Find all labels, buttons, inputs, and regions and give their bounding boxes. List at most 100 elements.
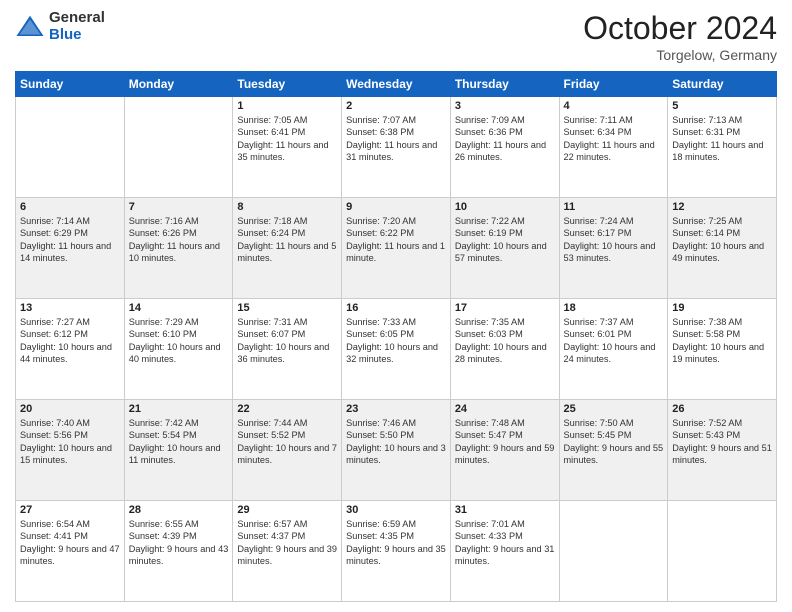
day-number: 17	[455, 302, 555, 314]
daylight-text: Daylight: 10 hours and 24 minutes.	[564, 341, 664, 366]
calendar-cell-0-1	[124, 97, 233, 198]
daylight-text: Daylight: 11 hours and 31 minutes.	[346, 139, 446, 164]
sunrise-text: Sunrise: 7:09 AM	[455, 114, 555, 126]
sunrise-text: Sunrise: 7:50 AM	[564, 417, 664, 429]
col-sunday: Sunday	[16, 72, 125, 97]
day-number: 24	[455, 403, 555, 415]
day-number: 5	[672, 100, 772, 112]
sunset-text: Sunset: 5:47 PM	[455, 429, 555, 441]
calendar-header-row: Sunday Monday Tuesday Wednesday Thursday…	[16, 72, 777, 97]
calendar-cell-2-4: 17 Sunrise: 7:35 AMSunset: 6:03 PMDayligh…	[450, 299, 559, 400]
calendar-cell-4-1: 28Sunrise: 6:55 AMSunset: 4:39 PMDayligh…	[124, 501, 233, 602]
calendar-cell-1-3: 9Sunrise: 7:20 AMSunset: 6:22 PMDaylight…	[342, 198, 451, 299]
sunrise-text: Sunrise: 7:05 AM	[237, 114, 337, 126]
calendar-table: Sunday Monday Tuesday Wednesday Thursday…	[15, 71, 777, 602]
daylight-text: Daylight: 11 hours and 26 minutes.	[455, 139, 555, 164]
day-number: 23	[346, 403, 446, 415]
day-number: 10	[455, 201, 555, 213]
calendar-cell-0-2: 1Sunrise: 7:05 AMSunset: 6:41 PMDaylight…	[233, 97, 342, 198]
daylight-text: Daylight: 10 hours and 11 minutes.	[129, 442, 229, 467]
day-number: 20	[20, 403, 120, 415]
day-number: 6	[20, 201, 120, 213]
col-thursday: Thursday	[450, 72, 559, 97]
sunset-text: Sunset: 6:31 PM	[672, 126, 772, 138]
calendar-cell-4-6	[668, 501, 777, 602]
day-number: 16	[346, 302, 446, 314]
day-number: 22	[237, 403, 337, 415]
calendar-cell-2-2: 15Sunrise: 7:31 AMSunset: 6:07 PMDayligh…	[233, 299, 342, 400]
sunrise-text: Sunrise: 7:37 AM	[564, 316, 664, 328]
sunset-text: Sunset: 6:41 PM	[237, 126, 337, 138]
sunrise-text: Sunrise: 7:25 AM	[672, 215, 772, 227]
col-saturday: Saturday	[668, 72, 777, 97]
calendar-cell-3-2: 22Sunrise: 7:44 AMSunset: 5:52 PMDayligh…	[233, 400, 342, 501]
daylight-text: Daylight: 10 hours and 40 minutes.	[129, 341, 229, 366]
sunset-text: Sunset: 6:07 PM	[237, 328, 337, 340]
calendar-cell-4-3: 30Sunrise: 6:59 AMSunset: 4:35 PMDayligh…	[342, 501, 451, 602]
calendar-cell-1-0: 6Sunrise: 7:14 AMSunset: 6:29 PMDaylight…	[16, 198, 125, 299]
calendar-week-row-3: 20Sunrise: 7:40 AMSunset: 5:56 PMDayligh…	[16, 400, 777, 501]
day-number: 2	[346, 100, 446, 112]
daylight-text: Daylight: 9 hours and 59 minutes.	[455, 442, 555, 467]
sunset-text: Sunset: 5:45 PM	[564, 429, 664, 441]
title-block: October 2024 Torgelow, Germany	[583, 10, 777, 63]
calendar-cell-3-6: 26Sunrise: 7:52 AMSunset: 5:43 PMDayligh…	[668, 400, 777, 501]
daylight-text: Daylight: 9 hours and 51 minutes.	[672, 442, 772, 467]
calendar-cell-4-2: 29Sunrise: 6:57 AMSunset: 4:37 PMDayligh…	[233, 501, 342, 602]
daylight-text: Daylight: 11 hours and 14 minutes.	[20, 240, 120, 265]
daylight-text: Daylight: 11 hours and 35 minutes.	[237, 139, 337, 164]
day-number: 9	[346, 201, 446, 213]
sunset-text: Sunset: 6:17 PM	[564, 227, 664, 239]
daylight-text: Daylight: 10 hours and 28 minutes.	[455, 341, 555, 366]
calendar-cell-1-6: 12Sunrise: 7:25 AMSunset: 6:14 PMDayligh…	[668, 198, 777, 299]
sunrise-text: Sunrise: 7:29 AM	[129, 316, 229, 328]
col-wednesday: Wednesday	[342, 72, 451, 97]
calendar-cell-2-6: 19Sunrise: 7:38 AMSunset: 5:58 PMDayligh…	[668, 299, 777, 400]
calendar-cell-2-3: 16Sunrise: 7:33 AMSunset: 6:05 PMDayligh…	[342, 299, 451, 400]
sunset-text: Sunset: 6:14 PM	[672, 227, 772, 239]
calendar-cell-2-5: 18 Sunrise: 7:37 AMSunset: 6:01 PMDayligh…	[559, 299, 668, 400]
sunset-text: Sunset: 6:26 PM	[129, 227, 229, 239]
calendar-cell-4-5	[559, 501, 668, 602]
sunset-text: Sunset: 6:03 PM	[455, 328, 555, 340]
sunset-text: Sunset: 5:58 PM	[672, 328, 772, 340]
calendar-cell-4-0: 27Sunrise: 6:54 AMSunset: 4:41 PMDayligh…	[16, 501, 125, 602]
sunset-text: Sunset: 6:12 PM	[20, 328, 120, 340]
daylight-text: Daylight: 10 hours and 15 minutes.	[20, 442, 120, 467]
day-number: 19	[672, 302, 772, 314]
logo-icon	[15, 12, 45, 42]
calendar-week-row-1: 6Sunrise: 7:14 AMSunset: 6:29 PMDaylight…	[16, 198, 777, 299]
sunset-text: Sunset: 6:29 PM	[20, 227, 120, 239]
daylight-text: Daylight: 9 hours and 39 minutes.	[237, 543, 337, 568]
sunset-text: Sunset: 5:43 PM	[672, 429, 772, 441]
sunset-text: Sunset: 5:50 PM	[346, 429, 446, 441]
sunrise-text: Sunrise: 7:16 AM	[129, 215, 229, 227]
daylight-text: Daylight: 10 hours and 19 minutes.	[672, 341, 772, 366]
day-number: 11	[564, 201, 664, 213]
logo-blue-text: Blue	[49, 27, 105, 44]
daylight-text: Daylight: 9 hours and 31 minutes.	[455, 543, 555, 568]
calendar-week-row-0: 1Sunrise: 7:05 AMSunset: 6:41 PMDaylight…	[16, 97, 777, 198]
calendar-cell-4-4: 31Sunrise: 7:01 AMSunset: 4:33 PMDayligh…	[450, 501, 559, 602]
sunrise-text: Sunrise: 7:46 AM	[346, 417, 446, 429]
day-number: 21	[129, 403, 229, 415]
sunset-text: Sunset: 4:39 PM	[129, 530, 229, 542]
logo-general-text: General	[49, 10, 105, 27]
calendar-week-row-4: 27Sunrise: 6:54 AMSunset: 4:41 PMDayligh…	[16, 501, 777, 602]
sunrise-text: Sunrise: 7:48 AM	[455, 417, 555, 429]
page: General Blue October 2024 Torgelow, Germ…	[0, 0, 792, 612]
day-number: 12	[672, 201, 772, 213]
sunset-text: Sunset: 6:36 PM	[455, 126, 555, 138]
day-number: 18	[564, 302, 664, 314]
sunset-text: Sunset: 4:37 PM	[237, 530, 337, 542]
sunrise-text: Sunrise: 7:35 AM	[455, 316, 555, 328]
sunrise-text: Sunrise: 7:18 AM	[237, 215, 337, 227]
sunset-text: Sunset: 6:22 PM	[346, 227, 446, 239]
sunrise-text: Sunrise: 7:33 AM	[346, 316, 446, 328]
calendar-cell-0-5: 4Sunrise: 7:11 AMSunset: 6:34 PMDaylight…	[559, 97, 668, 198]
calendar-cell-1-5: 11Sunrise: 7:24 AMSunset: 6:17 PMDayligh…	[559, 198, 668, 299]
calendar-cell-2-0: 13Sunrise: 7:27 AMSunset: 6:12 PMDayligh…	[16, 299, 125, 400]
sunset-text: Sunset: 6:01 PM	[564, 328, 664, 340]
sunset-text: Sunset: 6:19 PM	[455, 227, 555, 239]
day-number: 7	[129, 201, 229, 213]
